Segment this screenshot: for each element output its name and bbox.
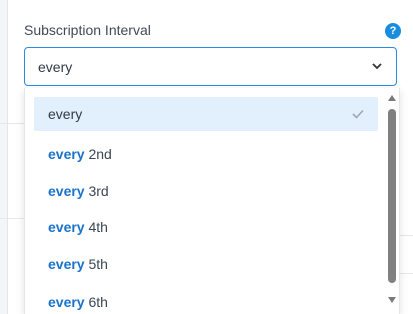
option-every-4th[interactable]: every 4th: [34, 210, 378, 244]
option-label: every: [48, 106, 83, 122]
option-suffix: 3rd: [84, 183, 109, 199]
option-keyword: every: [48, 294, 85, 310]
option-keyword: every: [48, 256, 85, 272]
subscription-interval-select[interactable]: every: [24, 47, 397, 86]
scrollbar-thumb[interactable]: [388, 109, 396, 283]
option-every-5th[interactable]: every 5th: [34, 247, 378, 281]
scroll-up-arrow-icon[interactable]: [388, 95, 396, 101]
option-suffix: 2nd: [84, 146, 112, 162]
background-divider: [400, 235, 413, 236]
scroll-down-arrow-icon[interactable]: [388, 297, 396, 303]
page-left-edge: [0, 0, 8, 314]
question-circle-icon[interactable]: ?: [385, 23, 401, 39]
option-every-3rd[interactable]: every 3rd: [34, 174, 378, 208]
check-icon: [352, 109, 364, 119]
background-divider: [400, 273, 413, 274]
background-divider: [0, 218, 24, 219]
option-keyword: every: [48, 219, 85, 235]
option-every-2nd[interactable]: every 2nd: [34, 137, 378, 171]
option-suffix: 5th: [84, 256, 108, 272]
select-value: every: [38, 59, 73, 75]
option-keyword: every: [48, 183, 85, 199]
background-divider: [0, 123, 24, 124]
option-suffix: 4th: [84, 219, 108, 235]
subscription-interval-label: Subscription Interval: [24, 22, 151, 38]
option-every-6th[interactable]: every 6th: [34, 285, 378, 314]
option-every[interactable]: every: [34, 97, 378, 131]
chevron-down-icon: [372, 63, 382, 70]
dropdown-scrollbar[interactable]: [387, 88, 399, 314]
option-keyword: every: [48, 146, 85, 162]
option-suffix: 6th: [84, 294, 108, 310]
interval-dropdown-list[interactable]: every every 2nd every 3rd every 4th ever…: [24, 88, 400, 314]
